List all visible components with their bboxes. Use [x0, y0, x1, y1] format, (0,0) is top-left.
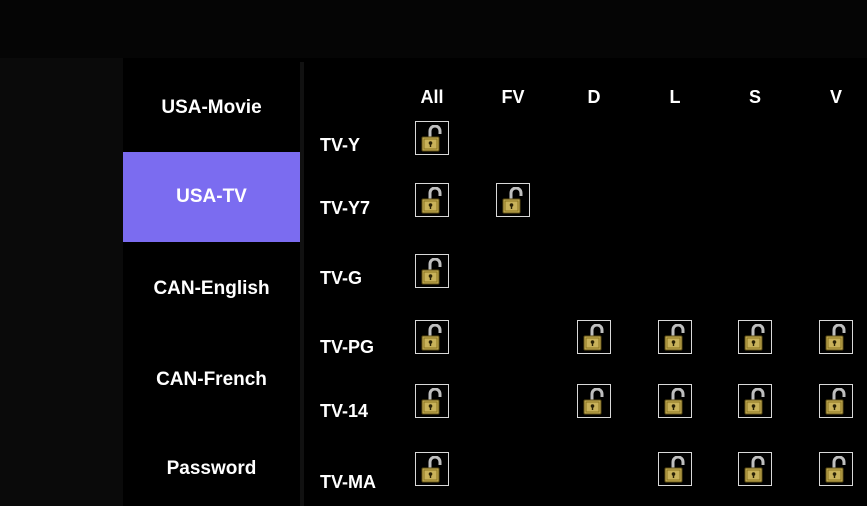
unlocked-padlock-icon [664, 456, 685, 483]
lock-toggle-tv-14-d[interactable] [577, 384, 611, 418]
column-header-fv: FV [501, 87, 525, 107]
unlocked-padlock-icon [583, 388, 604, 415]
unlocked-padlock-icon [583, 324, 604, 351]
unlocked-padlock-icon [825, 388, 846, 415]
unlocked-padlock-icon [421, 388, 442, 415]
lock-toggle-tv-pg-v[interactable] [819, 320, 853, 354]
unlocked-padlock-icon [744, 388, 765, 415]
sidebar-item-label: Password [166, 458, 257, 479]
unlocked-padlock-icon [744, 456, 765, 483]
row-header-tv-pg: TV-PG [320, 337, 375, 357]
sidebar-item-can-french[interactable]: CAN-French [123, 350, 300, 410]
row-header-tv-y: TV-Y [320, 135, 361, 155]
rating-system-sidebar: USA-Movie USA-TV CAN-English CAN-French … [123, 62, 300, 506]
top-bar [0, 0, 867, 58]
lock-toggle-tv-ma-l[interactable] [658, 452, 692, 486]
unlocked-padlock-icon [421, 125, 442, 152]
unlocked-padlock-icon [664, 324, 685, 351]
unlocked-padlock-icon [664, 388, 685, 415]
sidebar-item-usa-tv[interactable]: USA-TV [123, 152, 300, 242]
lock-toggle-tv-g-all[interactable] [415, 254, 449, 288]
unlocked-padlock-icon [421, 456, 442, 483]
sidebar-item-can-english[interactable]: CAN-English [123, 259, 300, 319]
unlocked-padlock-icon [502, 187, 523, 214]
lock-toggle-tv-pg-s[interactable] [738, 320, 772, 354]
column-header-all: All [420, 87, 444, 107]
lock-toggle-tv-14-l[interactable] [658, 384, 692, 418]
column-header-v: V [829, 87, 842, 107]
unlocked-padlock-icon [825, 324, 846, 351]
lock-toggle-tv-pg-l[interactable] [658, 320, 692, 354]
left-gutter [0, 58, 123, 506]
lock-toggle-tv-pg-d[interactable] [577, 320, 611, 354]
sidebar-item-label: USA-TV [176, 186, 247, 207]
sidebar-item-label: CAN-English [153, 278, 270, 299]
sidebar-item-label: CAN-French [156, 369, 267, 390]
lock-toggle-tv-14-all[interactable] [415, 384, 449, 418]
row-header-tv-g: TV-G [320, 268, 363, 288]
sidebar-item-password[interactable]: Password [123, 439, 300, 499]
lock-toggle-tv-ma-all[interactable] [415, 452, 449, 486]
unlocked-padlock-icon [825, 456, 846, 483]
lock-toggle-tv-pg-all[interactable] [415, 320, 449, 354]
lock-toggle-tv-y7-fv[interactable] [496, 183, 530, 217]
unlocked-padlock-icon [744, 324, 765, 351]
column-header-l: L [669, 87, 681, 107]
unlocked-padlock-icon [421, 324, 442, 351]
unlocked-padlock-icon [421, 258, 442, 285]
row-header-tv-ma: TV-MA [320, 472, 376, 492]
lock-toggle-tv-14-s[interactable] [738, 384, 772, 418]
column-header-d: D [587, 87, 601, 107]
lock-toggle-tv-ma-v[interactable] [819, 452, 853, 486]
lock-toggle-tv-14-v[interactable] [819, 384, 853, 418]
row-header-tv-14: TV-14 [320, 401, 369, 421]
rating-lock-grid: All FV D L S V TV-Y TV-Y7 TV-G TV-PG TV-… [304, 58, 867, 506]
unlocked-padlock-icon [421, 187, 442, 214]
sidebar-item-label: USA-Movie [161, 97, 262, 118]
lock-toggle-tv-y-all[interactable] [415, 121, 449, 155]
sidebar-item-usa-movie[interactable]: USA-Movie [123, 78, 300, 138]
column-header-s: S [748, 87, 761, 107]
lock-toggle-tv-y7-all[interactable] [415, 183, 449, 217]
row-header-tv-y7: TV-Y7 [320, 198, 371, 218]
lock-toggle-tv-ma-s[interactable] [738, 452, 772, 486]
